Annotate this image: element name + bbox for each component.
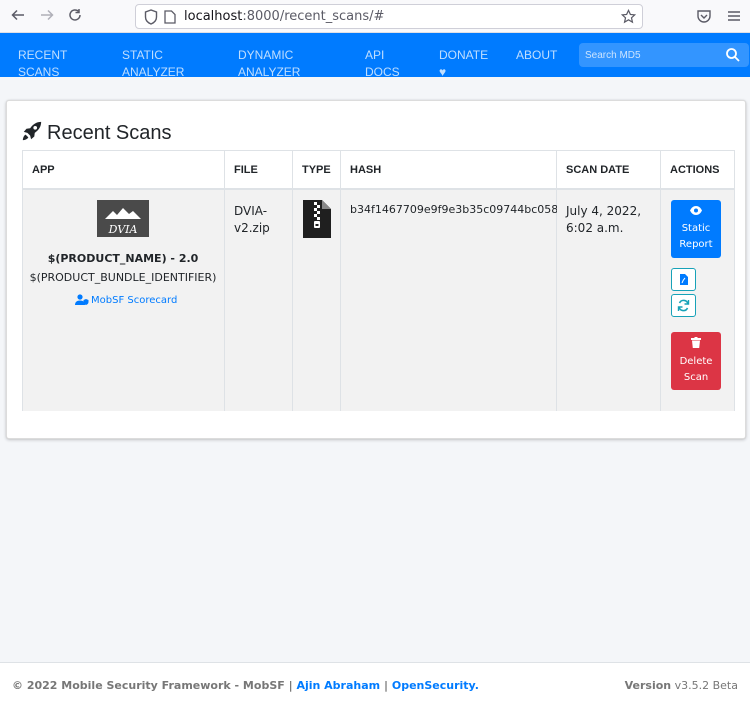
page-icon <box>164 10 176 24</box>
header-file: FILE <box>225 151 293 190</box>
header-actions: ACTIONS <box>661 151 734 190</box>
user-shield-icon <box>75 294 89 305</box>
cell-type <box>293 190 341 411</box>
recent-scans-card: Recent Scans APP FILE TYPE HASH SCAN DAT… <box>6 100 746 439</box>
cell-scan-date: July 4, 2022, 6:02 a.m. <box>557 190 661 411</box>
app-logo: DVIA <box>97 200 149 237</box>
nav-donate[interactable]: DONATE ♥ <box>439 47 488 81</box>
url-text[interactable]: localhost:8000/recent_scans/# <box>184 9 384 24</box>
reload-icon[interactable] <box>65 7 85 27</box>
header-app: APP <box>23 151 225 190</box>
search-box <box>579 43 749 67</box>
rescan-button[interactable] <box>671 294 696 317</box>
forward-arrow-icon[interactable] <box>37 7 57 27</box>
back-arrow-icon[interactable] <box>8 7 28 27</box>
shield-icon[interactable] <box>144 9 158 25</box>
footer-copyright: © 2022 Mobile Security Framework - MobSF… <box>12 679 479 692</box>
search-input[interactable] <box>579 43 719 67</box>
nav-api-docs[interactable]: API DOCS <box>365 47 400 81</box>
pocket-icon[interactable] <box>696 8 712 24</box>
pdf-report-button[interactable] <box>671 268 696 291</box>
static-report-button[interactable]: Static Report <box>671 200 721 258</box>
nav-about[interactable]: ABOUT <box>516 47 557 64</box>
menu-icon[interactable] <box>726 8 742 24</box>
main-navbar: RECENT SCANS STATIC ANALYZER DYNAMIC ANALYZ… <box>0 33 750 79</box>
nav-recent-scans[interactable]: RECENT SCANS <box>18 47 67 81</box>
cell-file: DVIA-v2.zip <box>225 190 293 411</box>
refresh-icon <box>677 299 690 312</box>
header-type: TYPE <box>293 151 341 190</box>
url-bar[interactable]: localhost:8000/recent_scans/# <box>135 4 643 29</box>
footer-version: Version v3.5.2 Beta <box>624 679 738 692</box>
header-scan-date: SCAN DATE <box>557 151 661 190</box>
scan-hash: b34f1467709e9f9e3b35c09744bc0588 <box>350 203 566 216</box>
page-title: Recent Scans <box>21 120 172 145</box>
bookmark-star-icon[interactable] <box>621 9 636 24</box>
header-hash: HASH <box>341 151 557 190</box>
app-bundle-id: $(PRODUCT_BUNDLE_IDENTIFIER) <box>29 271 217 284</box>
svg-text:DVIA: DVIA <box>108 223 138 236</box>
footer-author-link[interactable]: Ajin Abraham <box>296 679 380 692</box>
nav-static-analyzer[interactable]: STATIC ANALYZER <box>122 47 184 81</box>
cell-actions: Static Report Delete Scan <box>661 190 734 411</box>
trash-icon <box>691 337 701 348</box>
search-icon[interactable] <box>725 47 741 63</box>
cell-app: DVIA $(PRODUCT_NAME) - 2.0 $(PRODUCT_BUN… <box>23 190 225 411</box>
pdf-icon <box>680 274 688 285</box>
file-name: DVIA-v2.zip <box>234 204 270 235</box>
cell-hash: b34f1467709e9f9e3b35c09744bc0588 <box>341 190 565 411</box>
page-footer: © 2022 Mobile Security Framework - MobSF… <box>0 662 750 707</box>
nav-dynamic-analyzer[interactable]: DYNAMIC ANALYZER <box>238 47 300 81</box>
delete-scan-button[interactable]: Delete Scan <box>671 332 721 390</box>
rocket-icon <box>22 121 42 141</box>
scans-table: APP FILE TYPE HASH SCAN DATE ACTIONS DVI… <box>22 150 735 411</box>
scorecard-link[interactable]: MobSF Scorecard <box>75 294 177 306</box>
eye-icon <box>690 206 702 215</box>
scan-date: July 4, 2022, 6:02 a.m. <box>566 204 642 235</box>
footer-org-link[interactable]: OpenSecurity. <box>392 679 479 692</box>
browser-toolbar: localhost:8000/recent_scans/# <box>0 0 750 33</box>
zip-file-icon <box>303 200 331 238</box>
app-name: $(PRODUCT_NAME) - 2.0 <box>47 252 199 265</box>
